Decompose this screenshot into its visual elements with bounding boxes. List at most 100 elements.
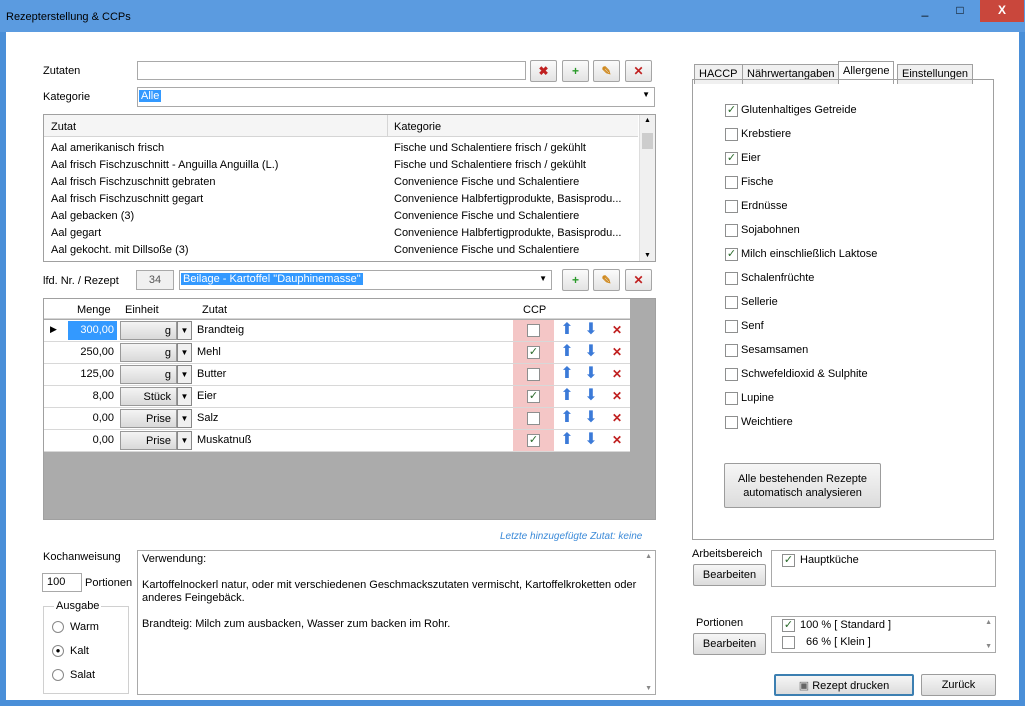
einheit-select[interactable]: Prise [120,409,177,428]
einheit-select[interactable]: g [120,343,177,362]
delete-recipe-icon[interactable]: ✕ [625,269,652,291]
arrow-down-icon[interactable]: ⬇ [581,343,601,363]
list-item[interactable]: Aal frisch Fischzuschnitt - Anguilla Ang… [44,157,638,174]
zutaten-input[interactable] [137,61,526,80]
allergen-item[interactable]: Lupine [725,392,975,406]
table-row[interactable]: 0,00 Prise ▼ Muskatnuß ✓ ⬆ ⬇ ✕ [44,430,630,452]
chevron-down-icon[interactable]: ▼ [177,321,192,340]
zutat-cell[interactable]: Muskatnuß [197,434,251,446]
allergen-checkbox[interactable] [725,296,738,309]
table-row[interactable]: 250,00 g ▼ Mehl ✓ ⬆ ⬇ ✕ [44,342,630,364]
chevron-down-icon[interactable]: ▼ [177,387,192,406]
allergen-item[interactable]: Sesamsamen [725,344,975,358]
back-button[interactable]: Zurück [921,674,996,696]
allergen-item[interactable]: ✓ Glutenhaltiges Getreide [725,104,975,118]
chevron-down-icon[interactable]: ▼ [177,343,192,362]
allergen-checkbox[interactable] [725,224,738,237]
allergen-checkbox[interactable] [725,344,738,357]
allergen-checkbox[interactable] [725,368,738,381]
ingredient-list[interactable]: Zutat Kategorie Aal amerikanisch frisch F… [43,114,656,262]
radio-icon[interactable] [52,621,64,633]
arbeitsbereich-checkbox[interactable]: ✓ [782,554,795,567]
portionen-edit-button[interactable]: Bearbeiten [693,633,766,655]
arrow-up-icon[interactable]: ⬆ [557,343,577,363]
radio-icon[interactable]: ● [52,645,64,657]
table-row[interactable]: 125,00 g ▼ Butter ⬆ ⬇ ✕ [44,364,630,386]
ccp-cell[interactable]: ✓ [513,386,554,407]
zutat-cell[interactable]: Mehl [197,346,221,358]
delete-document-icon[interactable]: ✕ [625,60,652,82]
portionen-list[interactable]: ✓ 100 % [ Standard ] 66 % [ Klein ] ▲ ▼ [771,616,996,653]
chevron-down-icon[interactable]: ▼ [177,431,192,450]
print-recipe-button[interactable]: ▣ Rezept drucken [774,674,914,696]
new-recipe-icon[interactable]: + [562,269,589,291]
allergen-item[interactable]: ✓ Eier [725,152,975,166]
allergen-checkbox[interactable] [725,128,738,141]
delete-row-icon[interactable]: ✕ [607,365,627,385]
table-row[interactable]: 8,00 Stück ▼ Eier ✓ ⬆ ⬇ ✕ [44,386,630,408]
portionen-input[interactable]: 100 [42,573,82,592]
arrow-up-icon[interactable]: ⬆ [557,321,577,341]
delete-row-icon[interactable]: ✕ [607,387,627,407]
arbeitsbereich-list[interactable]: ✓ Hauptküche [771,550,996,587]
portion-checkbox[interactable]: ✓ [782,619,795,632]
list-item[interactable]: Aal amerikanisch frisch Fische und Schale… [44,140,638,157]
arbeitsbereich-edit-button[interactable]: Bearbeiten [693,564,766,586]
arrow-down-icon[interactable]: ⬇ [581,431,601,451]
menge-cell[interactable]: 125,00 [68,365,117,384]
zutat-cell[interactable]: Brandteig [197,324,244,336]
zutat-cell[interactable]: Eier [197,390,217,402]
delete-row-icon[interactable]: ✕ [607,321,627,341]
arrow-down-icon[interactable]: ⬇ [581,409,601,429]
radio-icon[interactable] [52,669,64,681]
einheit-select[interactable]: g [120,321,177,340]
allergen-item[interactable]: Weichtiere [725,416,975,430]
maximize-button[interactable]: □ [945,0,975,22]
arrow-down-icon[interactable]: ⬇ [581,365,601,385]
close-button[interactable]: X [980,0,1024,22]
list-item[interactable]: Aal gegart Convenience Halbfertigprodukte… [44,225,638,242]
einheit-select[interactable]: Prise [120,431,177,450]
edit-recipe-icon[interactable]: ✎ [593,269,620,291]
allergen-checkbox[interactable] [725,392,738,405]
delete-row-icon[interactable]: ✕ [607,343,627,363]
analyse-button[interactable]: Alle bestehenden Rezepte automatisch ana… [724,463,881,508]
table-row[interactable]: ▶ 300,00 g ▼ Brandteig ⬆ ⬇ ✕ [44,320,630,342]
allergen-item[interactable]: Schalenfrüchte [725,272,975,286]
clear-icon[interactable]: ✖ [530,60,557,82]
delete-row-icon[interactable]: ✕ [607,409,627,429]
allergen-item[interactable]: Schwefeldioxid & Sulphite [725,368,975,382]
column-header-einheit[interactable]: Einheit [125,304,159,316]
arrow-up-icon[interactable]: ⬆ [557,365,577,385]
ccp-cell[interactable] [513,320,554,341]
arrow-up-icon[interactable]: ⬆ [557,431,577,451]
kochanweisung-textarea[interactable]: Verwendung: Kartoffelnockerl natur, oder … [137,550,656,695]
allergen-item[interactable]: Sellerie [725,296,975,310]
menge-cell[interactable]: 0,00 [68,409,117,428]
list-item[interactable]: Aal frisch Fischzuschnitt gebraten Conven… [44,174,638,191]
menge-cell[interactable]: 0,00 [68,431,117,450]
list-item[interactable]: Aal frisch Fischzuschnitt gegart Convenie… [44,191,638,208]
ccp-cell[interactable]: ✓ [513,342,554,363]
edit-document-icon[interactable]: ✎ [593,60,620,82]
allergen-checkbox[interactable] [725,200,738,213]
zutat-cell[interactable]: Butter [197,368,226,380]
allergen-checkbox[interactable] [725,416,738,429]
allergen-item[interactable]: ✓ Milch einschließlich Laktose [725,248,975,262]
ccp-checkbox[interactable]: ✓ [527,434,540,447]
arrow-up-icon[interactable]: ⬆ [557,387,577,407]
rezept-select[interactable]: Beilage - Kartoffel "Dauphinemasse" ▼ [179,270,552,290]
chevron-down-icon[interactable]: ▼ [177,365,192,384]
allergen-item[interactable]: Erdnüsse [725,200,975,214]
kategorie-select[interactable]: Alle ▼ [137,87,655,107]
ccp-checkbox[interactable] [527,412,540,425]
ccp-checkbox[interactable]: ✓ [527,346,540,359]
list-item[interactable]: Aal gekocht. mit Dillsoße (3) Convenience… [44,242,638,259]
delete-row-icon[interactable]: ✕ [607,431,627,451]
list-scrollbar[interactable]: ▲ ▼ [639,115,655,261]
column-header-zutat[interactable]: Zutat [202,304,227,316]
allergen-checkbox[interactable] [725,272,738,285]
zutat-cell[interactable]: Salz [197,412,218,424]
allergen-checkbox[interactable] [725,320,738,333]
column-header-ccp[interactable]: CCP [523,304,546,316]
